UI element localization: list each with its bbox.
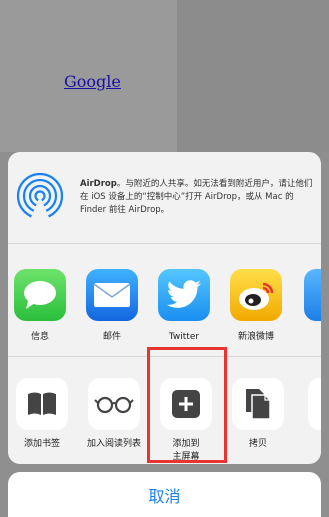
share-app-weibo[interactable]: 新浪微博 <box>224 269 288 343</box>
share-app-partial[interactable] <box>298 269 321 321</box>
airdrop-description: AirDrop。与附近的人共享。如无法看到附近用户，请让他们在 iOS 设备上的… <box>80 178 316 217</box>
share-app-twitter[interactable]: Twitter <box>152 269 216 343</box>
book-icon <box>16 378 68 430</box>
actions-row[interactable]: 添加书签 加入阅读列表 添加到 主屏幕 拷贝 <box>8 358 321 464</box>
share-app-mail[interactable]: 邮件 <box>80 269 144 343</box>
action-copy[interactable]: 拷贝 <box>224 378 292 451</box>
add-square-icon <box>160 378 212 430</box>
copy-icon <box>232 378 284 430</box>
messages-icon <box>14 269 66 321</box>
share-app-label: 信息 <box>30 332 49 342</box>
action-label: 添加书签 <box>23 439 60 449</box>
action-add-reading-list[interactable]: 加入阅读列表 <box>80 378 148 451</box>
cancel-button[interactable]: 取消 <box>8 472 321 517</box>
airdrop-section[interactable]: AirDrop。与附近的人共享。如无法看到附近用户，请让他们在 iOS 设备上的… <box>8 152 321 244</box>
twitter-bird-icon <box>158 269 210 321</box>
action-label: 添加到 主屏幕 <box>172 439 200 462</box>
action-add-bookmark[interactable]: 添加书签 <box>8 378 76 451</box>
share-app-label: 邮件 <box>102 332 121 342</box>
share-sheet: AirDrop。与附近的人共享。如无法看到附近用户，请让他们在 iOS 设备上的… <box>8 152 321 464</box>
action-icon <box>308 378 321 430</box>
weibo-icon <box>230 269 282 321</box>
airdrop-title: AirDrop <box>80 179 117 189</box>
share-app-messages[interactable]: 信息 <box>8 269 72 343</box>
share-apps-row[interactable]: 信息 邮件 Twitter 新浪微博 <box>8 245 321 357</box>
google-link[interactable]: Google <box>64 72 121 91</box>
action-partial[interactable] <box>300 378 321 430</box>
action-add-to-home-screen[interactable]: 添加到 主屏幕 <box>152 378 220 464</box>
action-label: 拷贝 <box>248 439 267 449</box>
share-app-label: Twitter <box>168 332 200 342</box>
action-label: 加入阅读列表 <box>86 439 141 449</box>
background-dimmed-area <box>177 0 329 152</box>
mail-icon <box>86 269 138 321</box>
glasses-icon <box>88 378 140 430</box>
share-app-label: 新浪微博 <box>237 332 274 342</box>
app-icon <box>304 269 321 321</box>
airdrop-icon <box>16 172 64 220</box>
